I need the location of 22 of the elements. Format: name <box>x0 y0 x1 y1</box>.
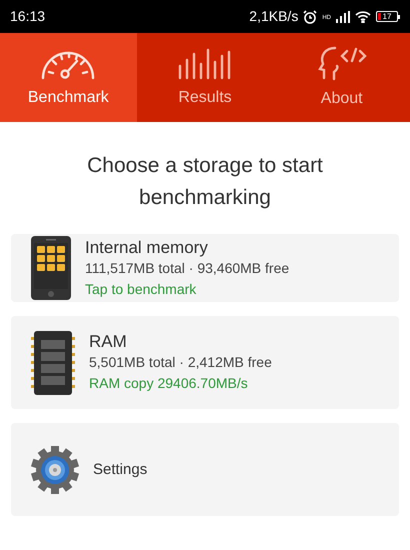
wifi-icon <box>355 10 371 22</box>
card-status: RAM copy 29406.70MB/s <box>89 374 249 393</box>
memory-chip-icon <box>31 330 75 394</box>
phone-icon <box>31 236 71 300</box>
network-speed: 2,1KB/s <box>249 7 298 26</box>
gear-icon <box>31 446 79 494</box>
tab[interactable]: Benchmark <box>0 33 137 122</box>
clock: 16:13 <box>10 7 46 26</box>
card-title: Settings <box>93 460 148 480</box>
card-title: RAM <box>89 331 128 352</box>
head-code-icon <box>316 44 367 80</box>
card-detail: 5,501MB total · 2,412MB free <box>89 353 272 372</box>
card-status: Tap to benchmark <box>85 280 198 299</box>
storage-card[interactable]: RAM 5,501MB total · 2,412MB free RAM copy 29406.70MB/s <box>11 316 399 409</box>
card-detail: 111,517MB total · 93,460MB free <box>85 258 290 278</box>
card-title: Internal memory <box>85 236 209 258</box>
signal-icon <box>336 10 350 22</box>
storage-card[interactable]: Settings <box>11 423 399 516</box>
page-heading: Choose a storage to start benchmarking <box>86 153 324 211</box>
storage-card[interactable]: Internal memory 111,517MB total · 93,460MB free Tap to benchmark <box>11 234 399 302</box>
alarm-icon <box>303 10 318 24</box>
battery-indicator: 17 <box>376 11 400 22</box>
